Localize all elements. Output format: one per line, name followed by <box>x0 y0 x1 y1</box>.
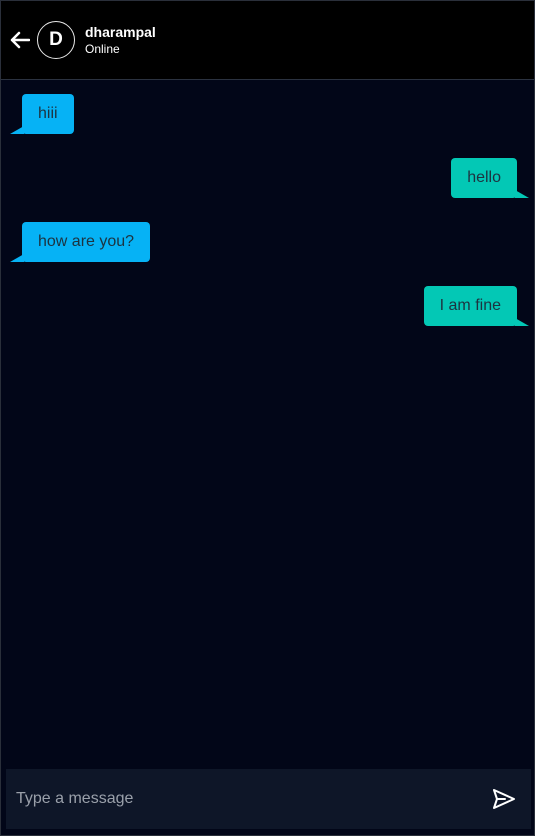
bubble-tail <box>10 254 24 262</box>
send-button[interactable] <box>489 784 519 814</box>
back-button[interactable] <box>9 29 31 51</box>
message-bubble-incoming: how are you? <box>10 222 151 262</box>
message-text: how are you? <box>38 233 135 250</box>
contact-info[interactable]: dharampal Online <box>85 23 156 57</box>
message-text: hiii <box>38 105 58 122</box>
bubble-tail <box>10 126 24 134</box>
contact-name: dharampal <box>85 24 156 40</box>
message-text: I am fine <box>439 297 501 314</box>
send-icon <box>493 789 515 809</box>
message-list: hiii hello how are you? I am fine <box>1 81 534 767</box>
avatar[interactable]: D <box>37 21 75 59</box>
chat-header: D dharampal Online <box>1 1 534 80</box>
contact-status: Online <box>85 42 120 56</box>
bubble-tail <box>515 318 529 326</box>
chat-window: D dharampal Online hiii hello how are yo… <box>0 0 535 836</box>
bubble-tail <box>515 190 529 198</box>
arrow-left-icon <box>10 31 30 49</box>
message-input[interactable] <box>6 769 489 829</box>
message-bubble-incoming: hiii <box>10 94 74 134</box>
message-bubble-outgoing: hello <box>451 158 529 198</box>
message-composer <box>6 769 531 829</box>
message-bubble-outgoing: I am fine <box>423 286 529 326</box>
message-text: hello <box>467 169 501 186</box>
